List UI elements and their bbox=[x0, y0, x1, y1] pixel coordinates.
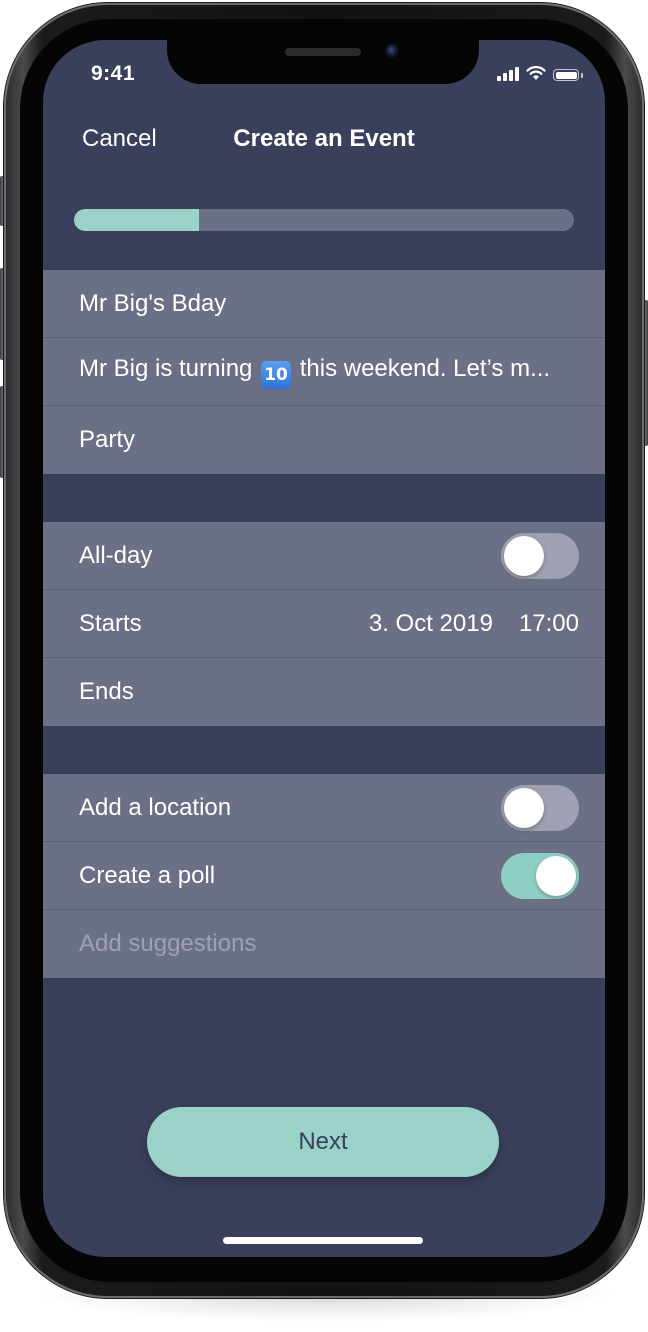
stage: 9:41 Create an Event Cancel Mr Big's Bda… bbox=[0, 0, 648, 1332]
location-toggle[interactable] bbox=[501, 784, 579, 831]
event-category-value: Party bbox=[79, 426, 136, 453]
home-indicator[interactable] bbox=[223, 1237, 423, 1244]
keycap-ten-icon: 10 bbox=[261, 360, 292, 389]
event-name-field[interactable]: Mr Big's Bday bbox=[43, 270, 605, 338]
toggle-knob bbox=[504, 535, 544, 576]
event-description-value: Mr Big is turning 10 this weekend. Let’s… bbox=[79, 355, 579, 389]
status-icons bbox=[497, 66, 583, 81]
app-screen: 9:41 Create an Event Cancel Mr Big's Bda… bbox=[43, 40, 605, 1257]
notch bbox=[167, 40, 479, 84]
starts-date[interactable]: 3. Oct 2019 bbox=[369, 610, 493, 638]
poll-label: Create a poll bbox=[79, 861, 216, 889]
event-category-field[interactable]: Party bbox=[43, 406, 605, 474]
toggle-knob bbox=[536, 855, 576, 896]
description-text-start: Mr Big is turning bbox=[79, 354, 253, 382]
location-row: Add a location bbox=[43, 774, 605, 842]
speaker-grille bbox=[285, 48, 361, 56]
location-label: Add a location bbox=[79, 793, 232, 821]
event-name-value: Mr Big's Bday bbox=[79, 289, 227, 317]
all-day-label: All-day bbox=[79, 541, 153, 569]
starts-label: Starts bbox=[79, 609, 142, 637]
event-details-group: Mr Big's Bday Mr Big is turning 10 this … bbox=[43, 270, 605, 474]
all-day-row: All-day bbox=[43, 522, 605, 590]
event-description-field[interactable]: Mr Big is turning 10 this weekend. Let’s… bbox=[43, 338, 605, 406]
all-day-toggle[interactable] bbox=[501, 532, 579, 579]
front-camera bbox=[385, 44, 399, 58]
next-button[interactable]: Next bbox=[147, 1107, 499, 1177]
options-group: Add a location Create a poll Add suggest… bbox=[43, 774, 605, 978]
progress-fill bbox=[74, 209, 199, 231]
cellular-signal-icon bbox=[497, 67, 519, 81]
toggle-knob bbox=[504, 787, 544, 828]
ends-label: Ends bbox=[79, 678, 134, 705]
suggestions-field[interactable]: Add suggestions bbox=[43, 910, 605, 978]
starts-time[interactable]: 17:00 bbox=[519, 610, 579, 638]
status-time: 9:41 bbox=[91, 62, 136, 85]
suggestions-placeholder: Add suggestions bbox=[79, 930, 257, 957]
progress-bar bbox=[74, 209, 574, 231]
starts-row[interactable]: Starts 3. Oct 2019 17:00 bbox=[43, 590, 605, 658]
ends-row[interactable]: Ends bbox=[43, 658, 605, 726]
wifi-icon bbox=[526, 66, 546, 80]
description-text-end: this weekend. Let’s m... bbox=[299, 354, 551, 382]
poll-toggle[interactable] bbox=[501, 852, 579, 899]
poll-row: Create a poll bbox=[43, 842, 605, 910]
time-group: All-day Starts 3. Oct 2019 17:00 Ends bbox=[43, 522, 605, 726]
cancel-button[interactable]: Cancel bbox=[82, 125, 157, 153]
battery-icon bbox=[553, 69, 583, 81]
